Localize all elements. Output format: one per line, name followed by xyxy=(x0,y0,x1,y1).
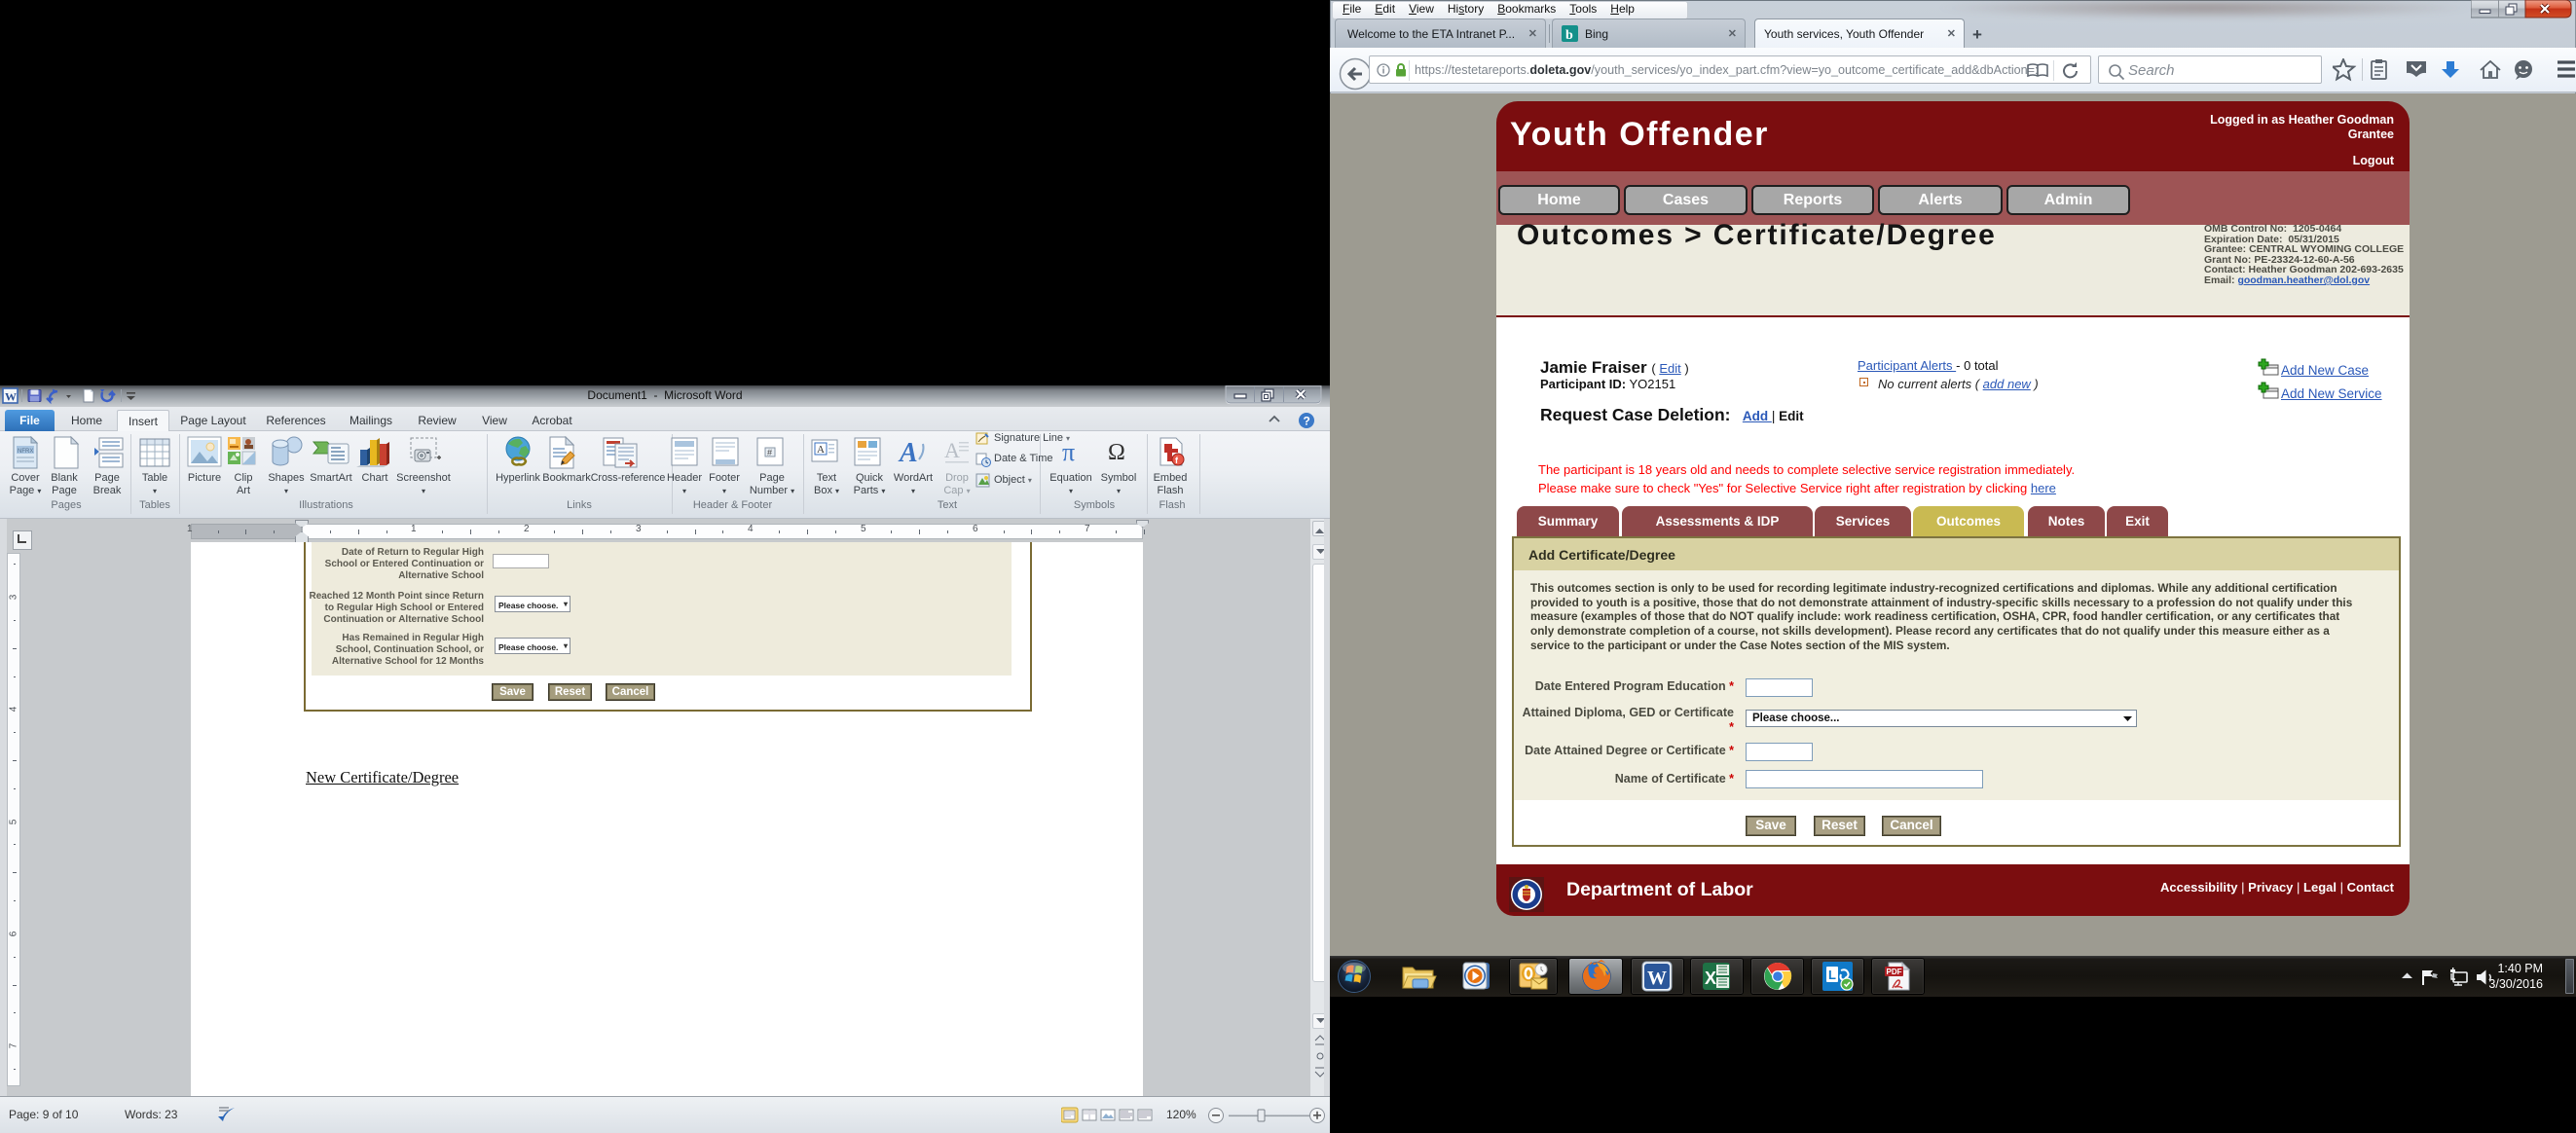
svg-text:W: W xyxy=(5,390,17,404)
svg-text:A: A xyxy=(944,438,960,462)
svg-text:W: W xyxy=(1647,968,1667,989)
svg-text:π: π xyxy=(1062,438,1075,465)
svg-text:L: L xyxy=(1828,968,1836,982)
svg-text:?: ? xyxy=(1304,415,1310,428)
svg-text:Ω: Ω xyxy=(1108,440,1125,465)
svg-text:A: A xyxy=(817,444,825,456)
svg-text:X: X xyxy=(1705,969,1716,988)
svg-text:NFRX: NFRX xyxy=(18,449,33,455)
svg-text:A: A xyxy=(898,438,918,467)
svg-text:#: # xyxy=(767,448,772,457)
svg-text:PDF: PDF xyxy=(1887,968,1902,976)
svg-text:b: b xyxy=(1565,28,1573,42)
